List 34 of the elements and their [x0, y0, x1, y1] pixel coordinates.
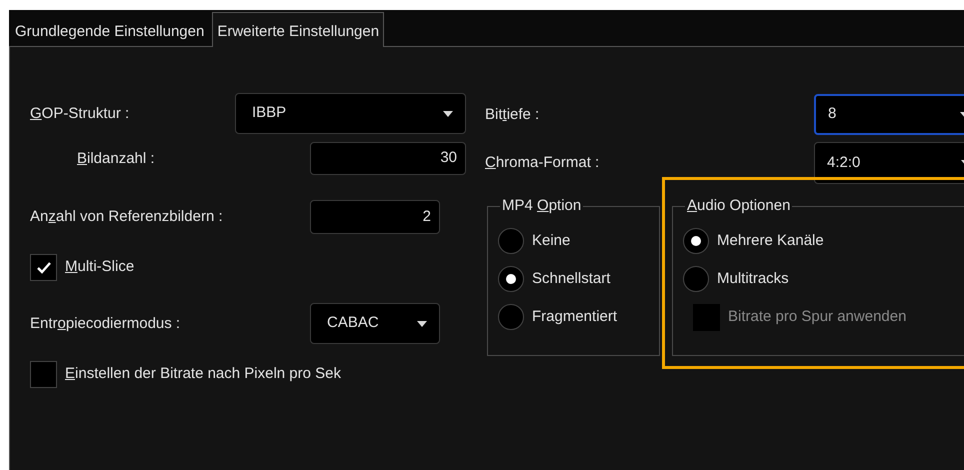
dropdown[interactable]: 4:2:0: [814, 142, 964, 184]
dropdown[interactable]: 8: [814, 94, 964, 135]
radio-button[interactable]: [498, 228, 524, 254]
number-field[interactable]: 30: [310, 142, 466, 175]
field-label: Bittiefe :: [485, 106, 540, 122]
field-label: Chroma-Format :: [485, 154, 600, 171]
tab[interactable]: Grundlegende Einstellungen: [11, 18, 208, 46]
checkbox[interactable]: [30, 361, 57, 388]
radio-button[interactable]: [498, 266, 524, 292]
field-label: Anzahl von Referenzbildern :: [30, 208, 223, 225]
radio-label: Schnellstart: [532, 268, 610, 289]
radio-label: Multitracks: [717, 268, 789, 289]
checkbox-label: Einstellen der Bitrate nach Pixeln pro Sek: [65, 364, 341, 384]
checkmark-icon: [36, 262, 50, 274]
radio-button[interactable]: [683, 266, 709, 292]
checkbox[interactable]: [30, 254, 57, 281]
tab[interactable]: Erweiterte Einstellungen: [212, 12, 384, 47]
number-field[interactable]: 2: [310, 200, 440, 234]
group-title: Audio Optionen: [687, 197, 790, 214]
caret-icon: [443, 110, 453, 116]
dropdown[interactable]: IBBP: [235, 93, 466, 134]
field-label: Entropiecodiermodus :: [30, 314, 180, 332]
field-label: Bildanzahl :: [77, 150, 155, 166]
radio-button[interactable]: [683, 228, 709, 254]
checkbox-label: Bitrate pro Spur anwenden: [728, 306, 906, 327]
radio-label: Mehrere Kanäle: [717, 230, 824, 251]
caret-icon: [417, 320, 427, 326]
radio-button[interactable]: [498, 304, 524, 330]
radio-label: Fragmentiert: [532, 306, 618, 327]
checkbox-label: Multi-Slice: [65, 257, 134, 278]
group-title: MP4 Option: [502, 197, 582, 214]
field-label: GOP-Struktur :: [30, 104, 130, 122]
dropdown[interactable]: CABAC: [310, 303, 440, 344]
radio-label: Keine: [532, 230, 570, 251]
